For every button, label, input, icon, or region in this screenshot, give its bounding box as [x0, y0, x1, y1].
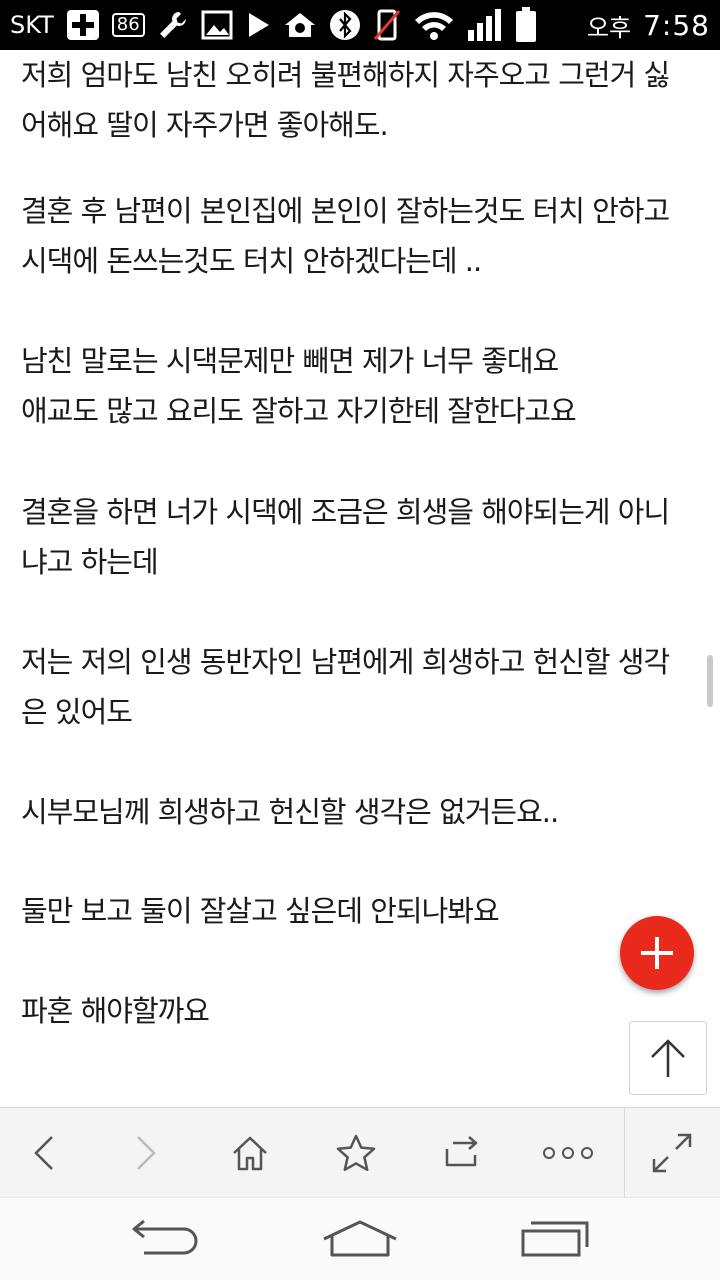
bluetooth-icon [329, 9, 361, 41]
wifi-icon [413, 9, 455, 41]
paragraph-line: 결혼을 하면 너가 시댁에 조금은 희생을 해야되는게 아니 [21, 495, 670, 529]
back-button[interactable] [0, 1108, 90, 1198]
nav-recents-icon [521, 1221, 589, 1257]
paragraph-line: 남친 말로는 시댁문제만 빼면 제가 너무 좋대요 [21, 344, 559, 378]
paragraph: 저는 저의 인생 동반자인 남편에게 희생하고 헌신할 생각 은 있어도 [21, 637, 711, 737]
wrench-icon [157, 9, 189, 41]
carrier-label: SKT [10, 11, 54, 39]
paragraph-line: 애교도 많고 요리도 잘하고 자기한테 잘한다고요 [21, 394, 577, 428]
battery-icon [515, 7, 537, 43]
clock: 7:58 [643, 8, 710, 42]
paragraph: 시부모님께 희생하고 헌신할 생각은 없거든요.. [21, 787, 711, 837]
scroll-to-top-button[interactable] [629, 1021, 707, 1095]
scrollbar-thumb[interactable] [707, 655, 713, 707]
more-button[interactable] [512, 1108, 624, 1198]
paragraph: 남친 말로는 시댁문제만 빼면 제가 너무 좋대요 애교도 많고 요리도 잘하고… [21, 336, 711, 436]
forward-icon [137, 1135, 156, 1170]
floating-add-button[interactable] [620, 916, 694, 990]
forward-button[interactable] [90, 1108, 200, 1198]
paragraph-line: 어해요 딸이 자주가면 좋아해도. [21, 108, 389, 142]
paragraph-line: 시부모님께 희생하고 헌신할 생각은 없거든요.. [21, 795, 559, 829]
nav-back-icon [132, 1219, 198, 1255]
paragraph-line: 저는 저의 인생 동반자인 남편에게 희생하고 헌신할 생각 [21, 645, 670, 679]
toolbar-separator [624, 1108, 625, 1198]
paragraph-line: 시댁에 돈쓰는것도 터치 안하겠다는데 .. [21, 244, 482, 278]
nav-home-button[interactable] [320, 1216, 400, 1262]
more-icon [543, 1146, 593, 1159]
article-content[interactable]: 저희 엄마도 남친 오히려 불편해하지 자주오고 그런거 싫 어해요 딸이 자주… [0, 50, 720, 1066]
paragraph: 파혼 해야할까요 [21, 986, 711, 1036]
bookmark-button[interactable] [300, 1108, 412, 1198]
paragraph-line: 냐고 하는데 [21, 545, 159, 579]
paragraph-line: 파혼 해야할까요 [21, 994, 210, 1028]
gallery-icon [201, 10, 233, 40]
bookmark-star-icon [336, 1134, 376, 1171]
nav-recents-button[interactable] [518, 1216, 592, 1262]
vibrate-off-icon [373, 9, 401, 41]
status-bar: SKT 86 오후 7:58 [0, 0, 720, 50]
tabs-switch-icon [445, 1135, 478, 1166]
plus-notification-icon [66, 9, 100, 41]
fullscreen-icon [652, 1133, 692, 1172]
paragraph-line: 둘만 보고 둘이 잘살고 싶은데 안되나봐요 [21, 894, 500, 928]
system-navigation-bar [0, 1197, 720, 1280]
fullscreen-button[interactable] [624, 1108, 720, 1198]
arrow-up-icon [651, 1039, 685, 1077]
ampm-label: 오후 [586, 13, 632, 42]
paragraph-line: 은 있어도 [21, 695, 133, 729]
home-button[interactable] [200, 1108, 300, 1198]
nav-home-icon [323, 1220, 397, 1257]
play-icon [245, 10, 271, 40]
paragraph: 결혼을 하면 너가 시댁에 조금은 희생을 해야되는게 아니 냐고 하는데 [21, 487, 711, 587]
tabs-button[interactable] [412, 1108, 512, 1198]
plus-icon [641, 937, 673, 969]
browser-toolbar [0, 1107, 720, 1198]
home-icon [233, 1136, 267, 1170]
paragraph: 저희 엄마도 남친 오히려 불편해하지 자주오고 그런거 싫 어해요 딸이 자주… [21, 50, 711, 150]
paragraph-line: 저희 엄마도 남친 오히려 불편해하지 자주오고 그런거 싫 [21, 58, 670, 92]
house-app-icon [283, 11, 317, 39]
notification-badge: 86 [111, 13, 145, 37]
paragraph-line: 결혼 후 남편이 본인집에 본인이 잘하는것도 터치 안하고 [21, 194, 670, 228]
paragraph: 둘만 보고 둘이 잘살고 싶은데 안되나봐요 [21, 886, 711, 936]
paragraph: 결혼 후 남편이 본인집에 본인이 잘하는것도 터치 안하고 시댁에 돈쓰는것도… [21, 186, 711, 286]
nav-back-button[interactable] [128, 1216, 202, 1262]
signal-icon [467, 8, 503, 42]
back-icon [34, 1135, 53, 1170]
